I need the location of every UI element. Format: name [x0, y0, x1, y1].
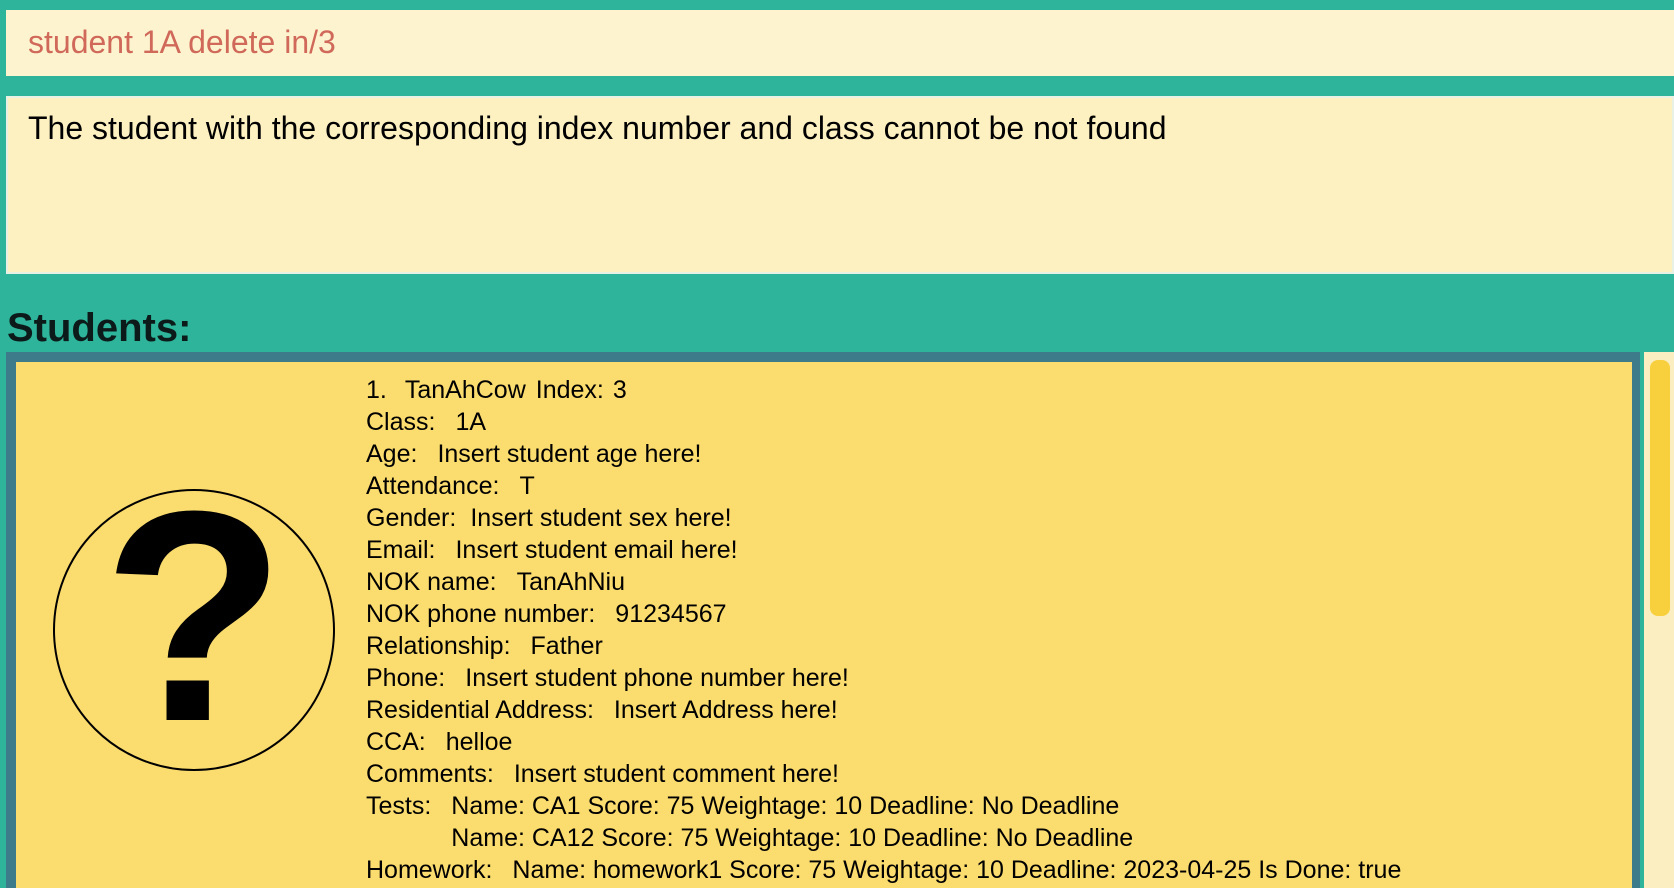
nok-phone-value: 91234567: [615, 600, 727, 628]
relationship-label: Relationship:: [366, 632, 511, 660]
scrollbar[interactable]: [1644, 352, 1674, 888]
cca-value: helloe: [445, 728, 513, 756]
email-label: Email:: [366, 536, 436, 564]
gender-row: Gender: Insert student sex here!: [366, 502, 1401, 534]
homework-value: Name: homework1 Score: 75 Weightage: 10 …: [512, 856, 1402, 884]
students-list-title: Students:: [7, 306, 192, 350]
nok-phone-label: NOK phone number:: [366, 600, 596, 628]
email-value: Insert student email here!: [455, 536, 738, 564]
gender-value: Insert student sex here!: [470, 504, 732, 532]
email-row: Email: Insert student email here!: [366, 534, 1401, 566]
student-list-panel: ? 1. TanAhCow Index: 3 Class: 1A Age: Insert …: [6, 352, 1640, 888]
cca-row: CCA: helloe: [366, 726, 1401, 758]
phone-value: Insert student phone number here!: [465, 664, 849, 692]
nok-name-row: NOK name: TanAhNiu: [366, 566, 1401, 598]
gender-label: Gender:: [366, 504, 457, 532]
attendance-row: Attendance: T: [366, 470, 1401, 502]
cca-label: CCA:: [366, 728, 426, 756]
command-input-box[interactable]: student 1A delete in/3: [6, 10, 1674, 76]
phone-label: Phone:: [366, 664, 446, 692]
student-name: TanAhCow: [404, 376, 526, 404]
test-item: Name: CA1 Score: 75 Weightage: 10 Deadli…: [451, 792, 1120, 820]
class-row: Class: 1A: [366, 406, 1401, 438]
student-card[interactable]: ? 1. TanAhCow Index: 3 Class: 1A Age: Insert …: [16, 362, 1632, 888]
age-value: Insert student age here!: [437, 440, 702, 468]
address-value: Insert Address here!: [613, 696, 838, 724]
age-label: Age:: [366, 440, 418, 468]
nok-name-value: TanAhNiu: [516, 568, 626, 596]
index-label: Index:: [535, 376, 604, 404]
student-number: 1.: [366, 376, 387, 404]
nok-phone-row: NOK phone number: 91234567: [366, 598, 1401, 630]
relationship-row: Relationship: Father: [366, 630, 1401, 662]
homework-label: Homework:: [366, 856, 493, 884]
tests-row: Tests: Name: CA1 Score: 75 Weightage: 10…: [366, 790, 1401, 854]
comments-label: Comments:: [366, 760, 494, 788]
tests-label: Tests:: [366, 792, 432, 820]
student-details: 1. TanAhCow Index: 3 Class: 1A Age: Insert st…: [366, 374, 1401, 886]
result-message: The student with the corresponding index…: [28, 110, 1167, 146]
test-item: Name: CA12 Score: 75 Weightage: 10 Deadl…: [451, 824, 1134, 852]
age-row: Age: Insert student age here!: [366, 438, 1401, 470]
attendance-label: Attendance:: [366, 472, 500, 500]
tests-list: Name: CA1 Score: 75 Weightage: 10 Deadli…: [451, 790, 1133, 854]
comments-value: Insert student comment here!: [513, 760, 839, 788]
address-row: Residential Address: Insert Address here!: [366, 694, 1401, 726]
attendance-value: T: [519, 472, 535, 500]
comments-row: Comments: Insert student comment here!: [366, 758, 1401, 790]
scrollbar-thumb[interactable]: [1650, 360, 1670, 616]
phone-row: Phone: Insert student phone number here!: [366, 662, 1401, 694]
address-label: Residential Address:: [366, 696, 594, 724]
command-input-text[interactable]: student 1A delete in/3: [28, 24, 336, 61]
student-header-row: 1. TanAhCow Index: 3: [366, 374, 1401, 406]
homework-row: Homework: Name: homework1 Score: 75 Weigh…: [366, 854, 1401, 886]
question-mark-icon: ?: [53, 488, 335, 772]
index-value: 3: [612, 376, 627, 404]
result-display: The student with the corresponding index…: [6, 96, 1674, 274]
class-value: 1A: [455, 408, 487, 436]
class-label: Class:: [366, 408, 436, 436]
svg-text:?: ?: [102, 488, 285, 772]
nok-name-label: NOK name:: [366, 568, 497, 596]
relationship-value: Father: [530, 632, 603, 660]
